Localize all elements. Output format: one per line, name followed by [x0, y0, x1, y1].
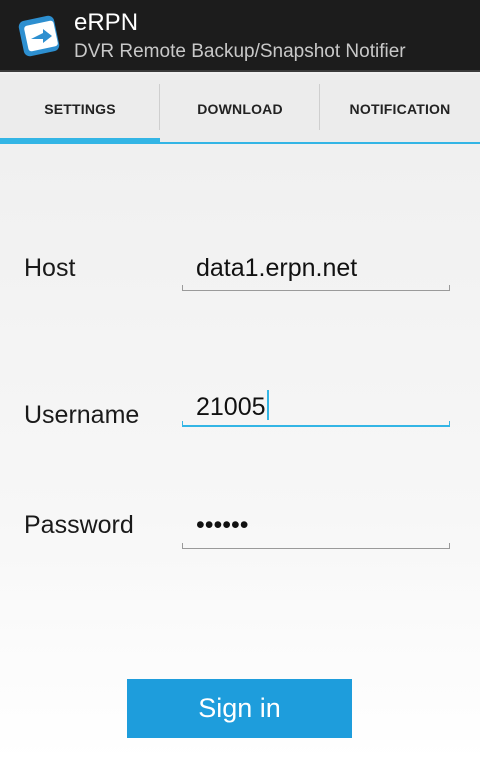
password-input[interactable]: ••••••	[196, 511, 249, 540]
host-field-underline	[182, 285, 450, 291]
action-bar: eRPN DVR Remote Backup/Snapshot Notifier	[0, 0, 480, 72]
host-label: Host	[24, 254, 76, 282]
tab-download[interactable]: DOWNLOAD	[160, 74, 320, 144]
settings-content	[0, 144, 480, 762]
sign-in-button[interactable]: Sign in	[127, 679, 352, 738]
app-subtitle: DVR Remote Backup/Snapshot Notifier	[74, 41, 406, 62]
username-value: 21005	[196, 393, 266, 421]
password-label: Password	[24, 511, 134, 539]
app-icon[interactable]	[18, 13, 64, 59]
password-field-underline	[182, 543, 450, 549]
tab-bar: SETTINGS DOWNLOAD NOTIFICATION	[0, 74, 480, 144]
tab-label: SETTINGS	[44, 101, 116, 117]
username-label: Username	[24, 401, 140, 429]
text-cursor	[266, 390, 269, 420]
tab-settings[interactable]: SETTINGS	[0, 74, 160, 144]
tab-label: NOTIFICATION	[349, 101, 451, 117]
username-field-underline	[182, 421, 450, 427]
username-input[interactable]: 21005	[196, 390, 269, 422]
tab-label: DOWNLOAD	[197, 101, 283, 117]
app-title: eRPN	[74, 9, 139, 36]
host-input[interactable]: data1.erpn.net	[196, 254, 357, 283]
tab-notification[interactable]: NOTIFICATION	[320, 74, 480, 144]
